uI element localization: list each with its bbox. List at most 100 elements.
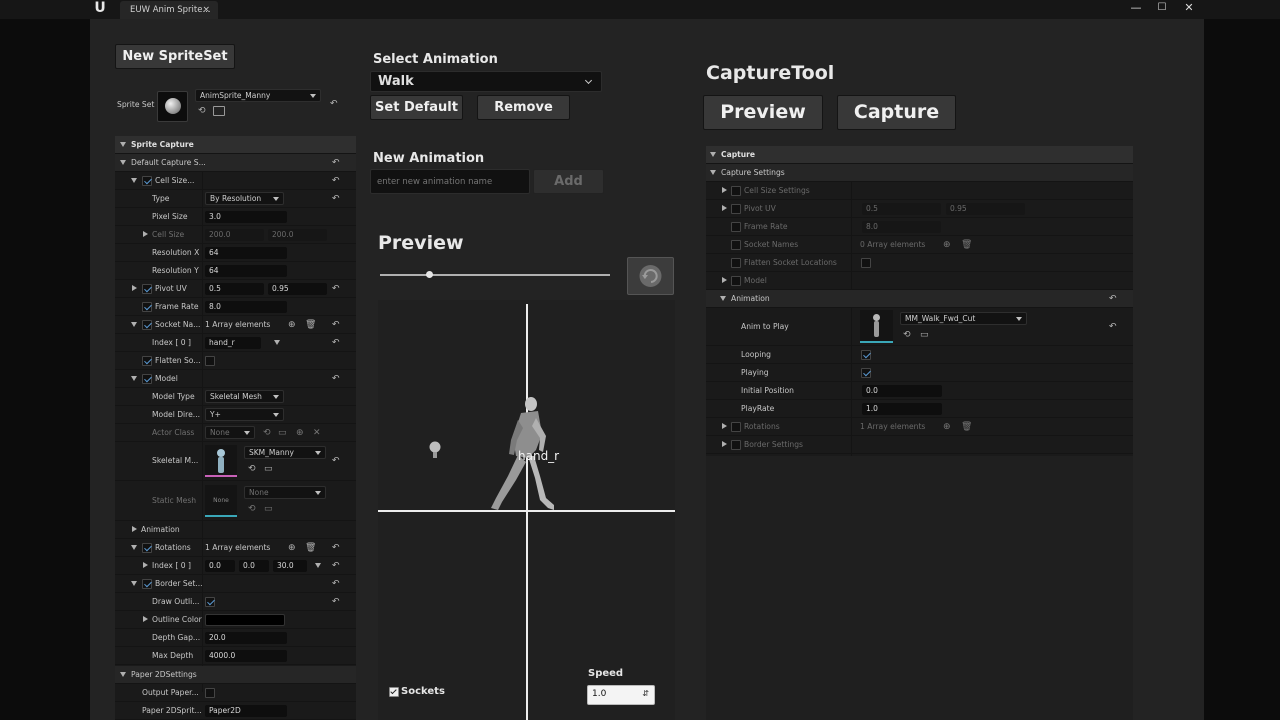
section-sprite-capture[interactable]: Sprite Capture (115, 136, 356, 154)
type-combo[interactable]: By Resolution (205, 192, 284, 205)
reset-arrow-icon[interactable]: ↶ (332, 539, 340, 557)
row-capture-settings[interactable]: Capture Settings (706, 164, 1133, 182)
animation-dropdown[interactable]: Walk (370, 71, 602, 92)
delete-icon[interactable]: 🗑 (305, 316, 316, 334)
border-settings-checkbox[interactable] (142, 579, 152, 589)
sprite-set-combo[interactable]: AnimSprite_Manny (195, 89, 321, 102)
rotation-y-input[interactable]: 0.0 (239, 560, 269, 572)
reset-preview-button[interactable] (627, 257, 674, 295)
speed-spinbox[interactable]: 1.0 ⇵ (587, 685, 655, 705)
anim-to-play-combo[interactable]: MM_Walk_Fwd_Cut (900, 312, 1027, 325)
new-animation-input[interactable] (370, 169, 530, 194)
model-type-combo[interactable]: Skeletal Mesh (205, 390, 284, 403)
reset-arrow-icon[interactable]: ↶ (1109, 318, 1117, 336)
chevron-down-icon[interactable] (315, 563, 321, 568)
preview-button[interactable]: Preview (703, 95, 823, 130)
socket-name-input[interactable]: hand_r (205, 337, 261, 349)
skeletal-mesh-combo[interactable]: SKM_Manny (244, 446, 326, 459)
pivot-uv-checkbox[interactable] (142, 284, 152, 294)
reset-arrow-icon[interactable]: ↶ (332, 452, 340, 470)
new-spriteset-button[interactable]: New SpriteSet (115, 44, 235, 69)
model-direction-combo[interactable]: Y+ (205, 408, 284, 421)
add-animation-button[interactable]: Add (533, 169, 604, 194)
add-element-icon[interactable]: ⊕ (288, 316, 296, 334)
browse-folder-icon[interactable] (213, 106, 225, 116)
reset-arrow-icon[interactable]: ↶ (332, 557, 340, 575)
row-border-settings[interactable]: Border Set... ↶ (115, 575, 356, 593)
max-depth-input[interactable]: 4000.0 (205, 650, 287, 662)
rotation-z-input[interactable]: 30.0 (273, 560, 307, 572)
model-checkbox[interactable] (142, 374, 152, 384)
row-animation[interactable]: Animation (115, 521, 356, 539)
resolution-x-input[interactable]: 64 (205, 247, 287, 259)
initial-position-input[interactable]: 0.0 (862, 385, 942, 397)
preview-viewport[interactable] (378, 300, 675, 720)
chevron-down-icon[interactable] (274, 340, 280, 345)
flatten-enable-checkbox[interactable] (142, 356, 152, 366)
use-selected-icon[interactable]: ⟲ (248, 460, 256, 478)
socket-names-checkbox[interactable] (142, 320, 152, 330)
row-paper2d-settings[interactable]: Paper 2DSettings (115, 666, 356, 684)
delete-icon[interactable]: 🗑 (305, 539, 316, 557)
reset-arrow-icon[interactable]: ↶ (330, 99, 338, 109)
browse-folder-icon[interactable]: ▭ (920, 326, 929, 344)
rotations-checkbox[interactable] (142, 543, 152, 553)
model-checkbox[interactable] (731, 276, 741, 286)
border-settings-checkbox[interactable] (731, 440, 741, 450)
cell-size-checkbox[interactable] (142, 176, 152, 186)
capture-button[interactable]: Capture (837, 95, 956, 130)
set-default-button[interactable]: Set Default (370, 95, 463, 120)
close-tab-icon[interactable]: × (202, 1, 210, 19)
pivot-uv-checkbox[interactable] (731, 204, 741, 214)
reset-arrow-icon[interactable]: ↶ (1109, 290, 1117, 308)
browse-folder-icon[interactable]: ▭ (264, 460, 273, 478)
sockets-checkbox[interactable] (389, 687, 399, 697)
depth-gap-input[interactable]: 20.0 (205, 632, 287, 644)
reset-arrow-icon[interactable]: ↶ (332, 593, 340, 611)
output-paper-checkbox[interactable] (205, 688, 215, 698)
reset-arrow-icon[interactable]: ↶ (332, 190, 340, 208)
reset-arrow-icon[interactable]: ↶ (332, 334, 340, 352)
cell-size-checkbox[interactable] (731, 186, 741, 196)
pivot-v-input[interactable]: 0.95 (268, 283, 327, 295)
reset-arrow-icon[interactable]: ↶ (332, 370, 340, 388)
reset-arrow-icon[interactable]: ↶ (332, 154, 340, 172)
draw-outline-checkbox[interactable] (205, 597, 215, 607)
minimize-button[interactable]: — (1122, 0, 1150, 16)
playing-checkbox[interactable] (861, 368, 871, 378)
flatten-enable-checkbox[interactable] (731, 258, 741, 268)
row-model[interactable]: Model ↶ (115, 370, 356, 388)
use-selected-icon[interactable]: ⟲ (198, 106, 206, 116)
frame-rate-input[interactable]: 8.0 (205, 301, 287, 313)
pivot-u-input[interactable]: 0.5 (205, 283, 264, 295)
remove-button[interactable]: Remove (477, 95, 570, 120)
add-element-icon[interactable]: ⊕ (288, 539, 296, 557)
flatten-value-checkbox[interactable] (205, 356, 215, 366)
row-animation[interactable]: Animation ↶ (706, 290, 1133, 308)
spin-arrows-icon[interactable]: ⇵ (642, 689, 649, 698)
reset-arrow-icon[interactable]: ↶ (332, 172, 340, 190)
play-rate-input[interactable]: 1.0 (862, 403, 942, 415)
row-cell-size-settings[interactable]: Cell Size... ↶ (115, 172, 356, 190)
reset-arrow-icon[interactable]: ↶ (332, 316, 340, 334)
maximize-button[interactable]: ☐ (1148, 0, 1176, 16)
use-selected-icon[interactable]: ⟲ (903, 326, 911, 344)
paper2d-sprite-input[interactable]: Paper2D (205, 705, 287, 717)
socket-names-checkbox[interactable] (731, 240, 741, 250)
row-default-capture[interactable]: Default Capture S... ↶ (115, 154, 356, 172)
timeline-slider-track[interactable] (380, 274, 610, 276)
reset-arrow-icon[interactable]: ↶ (332, 575, 340, 593)
close-window-button[interactable]: ✕ (1175, 0, 1203, 16)
frame-rate-checkbox[interactable] (142, 302, 152, 312)
reset-arrow-icon[interactable]: ↶ (332, 280, 340, 298)
document-tab[interactable]: EUW Anim Sprite... × (120, 1, 218, 19)
timeline-slider-handle[interactable] (426, 271, 433, 278)
looping-checkbox[interactable] (861, 350, 871, 360)
resolution-y-input[interactable]: 64 (205, 265, 287, 277)
frame-rate-checkbox[interactable] (731, 222, 741, 232)
rotations-checkbox[interactable] (731, 422, 741, 432)
rotation-x-input[interactable]: 0.0 (205, 560, 235, 572)
pixel-size-input[interactable]: 3.0 (205, 211, 287, 223)
outline-color-swatch[interactable] (205, 614, 285, 626)
section-capture[interactable]: Capture (706, 146, 1133, 164)
